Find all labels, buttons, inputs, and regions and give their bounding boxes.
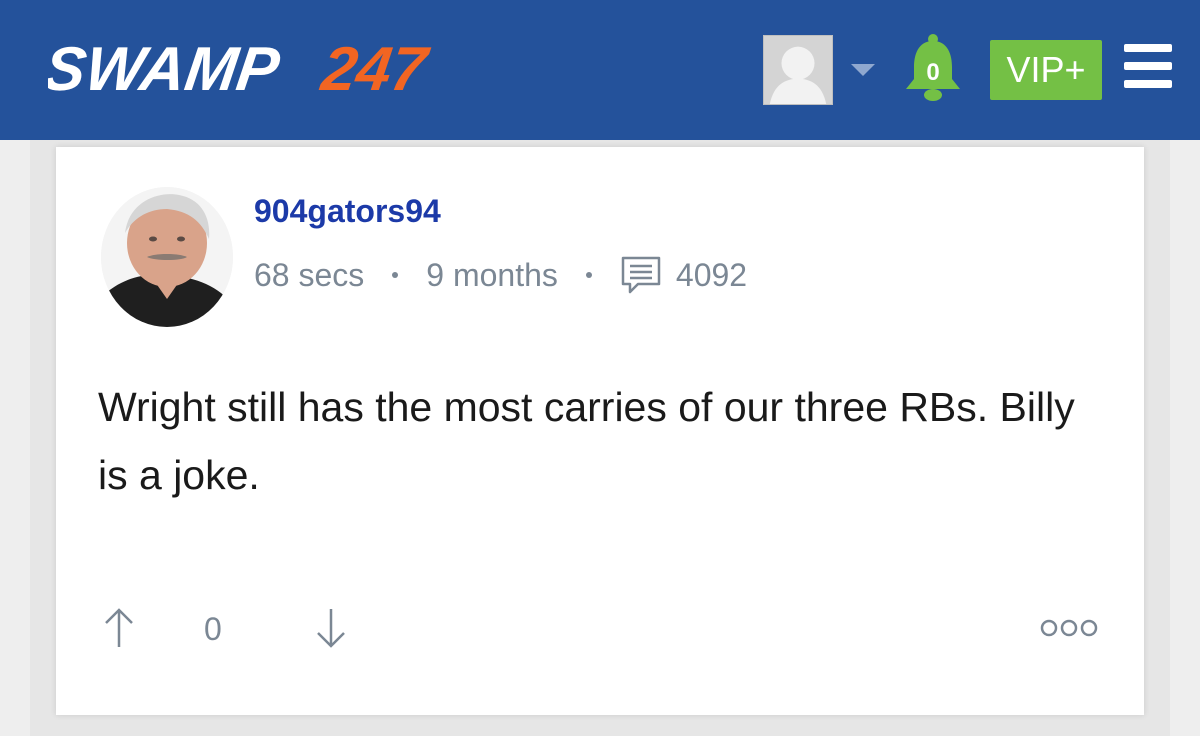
post-time: 68 secs bbox=[254, 256, 365, 293]
notifications-button[interactable]: 0 bbox=[902, 33, 964, 105]
user-avatar-button[interactable] bbox=[763, 35, 833, 105]
more-options-icon[interactable] bbox=[1040, 617, 1098, 639]
site-logo[interactable]: SWAMP 247 bbox=[48, 30, 508, 110]
post-count: 4092 bbox=[675, 256, 748, 293]
post-meta: 68 secs 9 months 4092 bbox=[254, 255, 747, 295]
vip-button[interactable]: VIP+ bbox=[990, 40, 1102, 100]
meta-separator bbox=[585, 272, 592, 278]
vote-count: 0 bbox=[204, 611, 222, 647]
site-header: SWAMP 247 0 VIP+ bbox=[0, 0, 1200, 140]
post-body-text: Wright still has the most carries of our… bbox=[98, 384, 1075, 498]
hamburger-icon[interactable] bbox=[1124, 44, 1172, 88]
poster-username[interactable]: 904gators94 bbox=[254, 193, 441, 230]
arrow-up-icon[interactable] bbox=[102, 607, 136, 649]
arrow-down-icon[interactable] bbox=[314, 607, 348, 649]
member-since: 9 months bbox=[426, 256, 558, 293]
message-icon bbox=[620, 255, 662, 295]
meta-separator bbox=[392, 272, 399, 278]
logo-text-main: SWAMP bbox=[48, 35, 284, 104]
default-avatar-icon bbox=[764, 36, 832, 104]
poster-photo bbox=[101, 187, 233, 327]
notification-count: 0 bbox=[926, 59, 940, 86]
forum-post-card: 904gators94 68 secs 9 months 4092 Wright… bbox=[56, 147, 1144, 715]
logo-text-number: 247 bbox=[317, 35, 434, 104]
caret-down-icon[interactable] bbox=[851, 64, 875, 76]
poster-avatar[interactable] bbox=[101, 187, 233, 327]
site-logo-graphic: SWAMP 247 bbox=[48, 35, 434, 104]
